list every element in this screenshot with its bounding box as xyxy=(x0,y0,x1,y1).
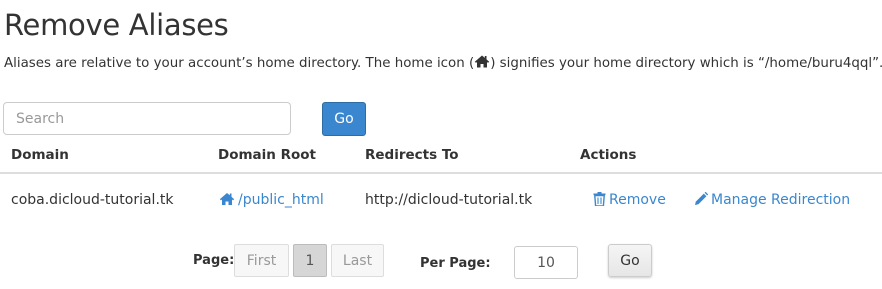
manage-redirection-link[interactable]: Manage Redirection xyxy=(694,192,850,208)
remove-link[interactable]: Remove xyxy=(593,192,666,208)
per-page-label: Per Page: xyxy=(420,256,491,271)
home-icon xyxy=(474,55,490,68)
domain-root-label: /public_html xyxy=(238,192,324,208)
current-page-button[interactable]: 1 xyxy=(293,244,327,277)
remove-label: Remove xyxy=(609,192,666,208)
manage-redirection-label: Manage Redirection xyxy=(711,192,851,208)
per-page-go-button[interactable]: Go xyxy=(608,244,652,277)
remove-aliases-page: Remove Aliases Aliases are relative to y… xyxy=(0,0,882,289)
page-label: Page: xyxy=(193,253,235,268)
page-description: Aliases are relative to your account’s h… xyxy=(4,55,882,71)
cell-domain: coba.dicloud-tutorial.tk xyxy=(11,192,174,208)
domain-root-link[interactable]: /public_html xyxy=(219,192,324,208)
home-icon xyxy=(219,193,235,205)
description-text-before: Aliases are relative to your account’s h… xyxy=(4,56,475,71)
description-text-after: ) signifies your home directory which is… xyxy=(490,56,882,71)
page-title: Remove Aliases xyxy=(4,8,229,42)
per-page-input[interactable]: 10 xyxy=(514,246,578,279)
pencil-icon xyxy=(695,192,708,205)
trash-icon xyxy=(593,192,606,206)
first-page-button[interactable]: First xyxy=(234,244,289,277)
column-header-actions: Actions xyxy=(580,147,637,163)
last-page-button[interactable]: Last xyxy=(331,244,384,277)
search-input[interactable] xyxy=(3,102,291,135)
search-go-button[interactable]: Go xyxy=(322,102,366,136)
column-header-domain[interactable]: Domain xyxy=(11,147,69,163)
column-header-domain-root[interactable]: Domain Root xyxy=(218,147,316,163)
cell-redirects-to: http://dicloud-tutorial.tk xyxy=(365,192,533,208)
column-header-redirects-to[interactable]: Redirects To xyxy=(365,147,459,163)
